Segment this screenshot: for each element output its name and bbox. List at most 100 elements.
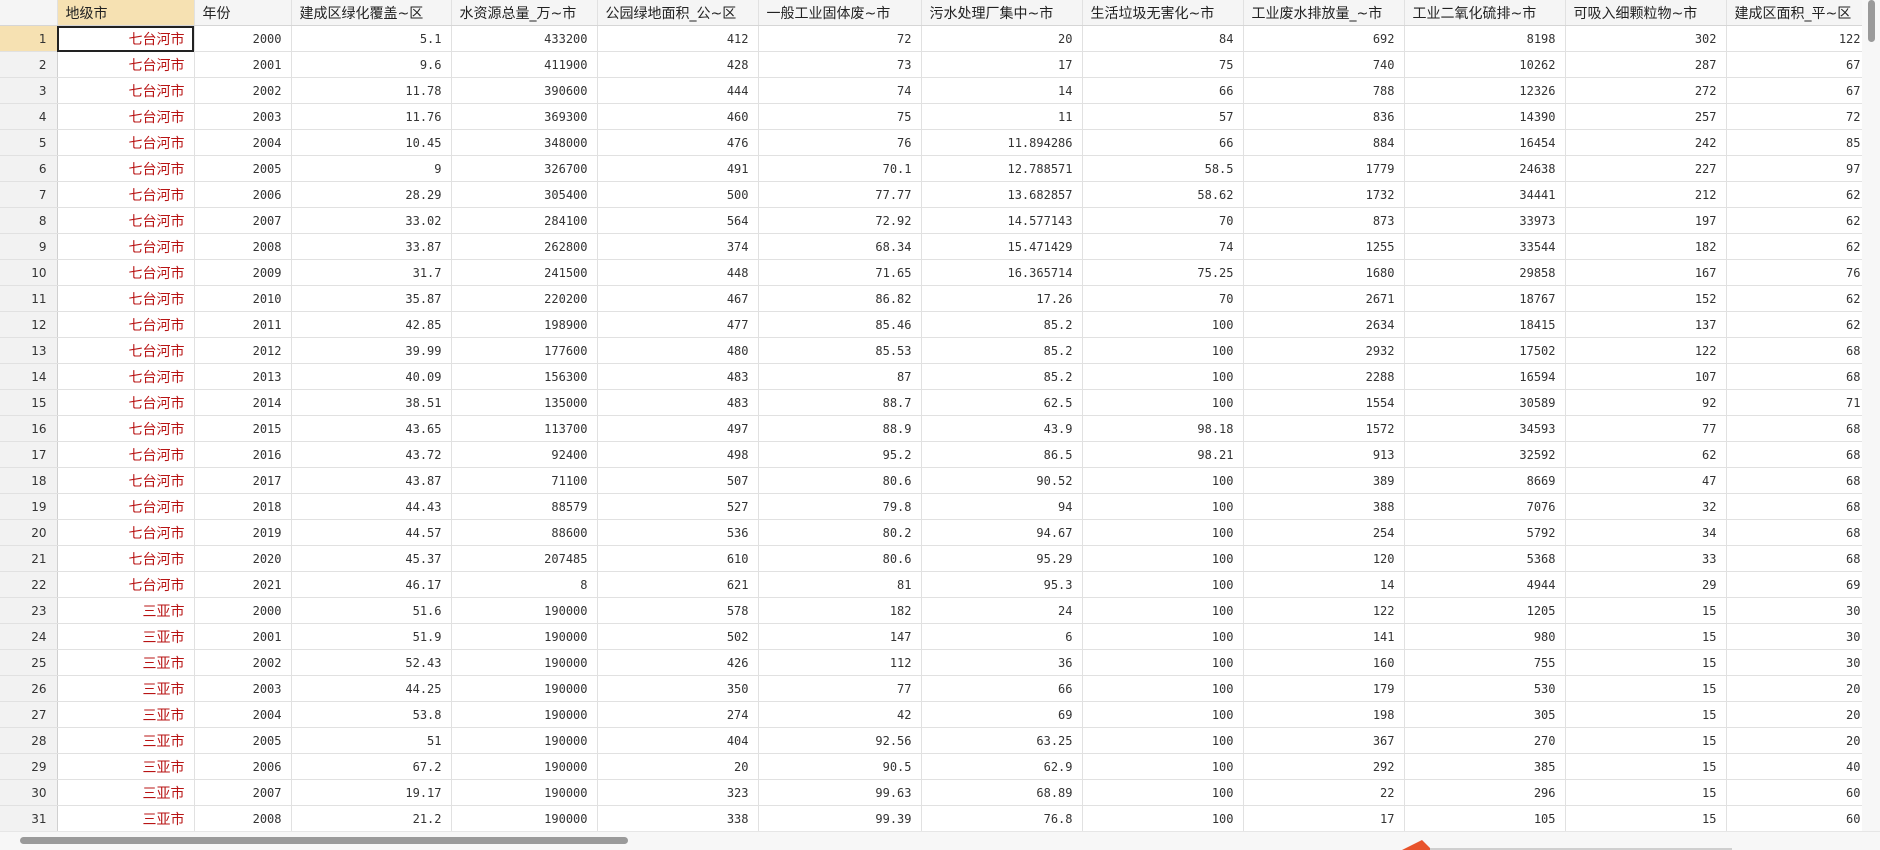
data-cell[interactable]: 76.8 bbox=[921, 805, 1083, 832]
column-header[interactable]: 可吸入细颗粒物~市 bbox=[1565, 0, 1727, 26]
data-cell[interactable]: 107 bbox=[1565, 363, 1727, 390]
data-cell[interactable]: 755 bbox=[1404, 649, 1566, 676]
row-number[interactable]: 16 bbox=[0, 415, 58, 442]
city-cell[interactable]: 七台河市 bbox=[57, 441, 195, 468]
data-cell[interactable]: 274 bbox=[597, 701, 759, 728]
data-cell[interactable]: 35.87 bbox=[291, 285, 452, 312]
data-cell[interactable]: 68 bbox=[1726, 545, 1862, 572]
column-header[interactable]: 工业废水排放量_~市 bbox=[1243, 0, 1405, 26]
data-cell[interactable]: 51.6 bbox=[291, 597, 452, 624]
data-cell[interactable]: 100 bbox=[1082, 597, 1244, 624]
data-cell[interactable]: 20 bbox=[1726, 727, 1862, 754]
row-number[interactable]: 2 bbox=[0, 51, 58, 78]
data-cell[interactable]: 68 bbox=[1726, 337, 1862, 364]
data-cell[interactable]: 75 bbox=[1082, 51, 1244, 78]
data-cell[interactable]: 95.29 bbox=[921, 545, 1083, 572]
city-cell[interactable]: 三亚市 bbox=[57, 675, 195, 702]
data-cell[interactable]: 2288 bbox=[1243, 363, 1405, 390]
data-cell[interactable]: 43.87 bbox=[291, 467, 452, 494]
city-cell[interactable]: 七台河市 bbox=[57, 155, 195, 182]
data-cell[interactable]: 15 bbox=[1565, 675, 1727, 702]
data-cell[interactable]: 68 bbox=[1726, 441, 1862, 468]
city-cell[interactable]: 七台河市 bbox=[57, 103, 195, 130]
data-cell[interactable]: 60 bbox=[1726, 779, 1862, 806]
data-cell[interactable]: 36 bbox=[921, 649, 1083, 676]
data-cell[interactable]: 99.39 bbox=[758, 805, 922, 832]
data-cell[interactable]: 76 bbox=[1726, 259, 1862, 286]
data-cell[interactable]: 53.8 bbox=[291, 701, 452, 728]
data-cell[interactable]: 137 bbox=[1565, 311, 1727, 338]
data-cell[interactable]: 497 bbox=[597, 415, 759, 442]
data-cell[interactable]: 2021 bbox=[194, 571, 292, 598]
data-cell[interactable]: 62 bbox=[1726, 233, 1862, 260]
data-cell[interactable]: 67 bbox=[1726, 51, 1862, 78]
data-cell[interactable]: 1255 bbox=[1243, 233, 1405, 260]
data-cell[interactable]: 11.76 bbox=[291, 103, 452, 130]
data-cell[interactable]: 476 bbox=[597, 129, 759, 156]
data-cell[interactable]: 72.92 bbox=[758, 207, 922, 234]
data-cell[interactable]: 460 bbox=[597, 103, 759, 130]
data-cell[interactable]: 100 bbox=[1082, 805, 1244, 832]
data-cell[interactable]: 47 bbox=[1565, 467, 1727, 494]
data-cell[interactable]: 2932 bbox=[1243, 337, 1405, 364]
data-cell[interactable]: 22 bbox=[1243, 779, 1405, 806]
data-cell[interactable]: 2005 bbox=[194, 155, 292, 182]
city-cell[interactable]: 三亚市 bbox=[57, 779, 195, 806]
data-cell[interactable]: 100 bbox=[1082, 311, 1244, 338]
data-cell[interactable]: 348000 bbox=[451, 129, 598, 156]
city-cell[interactable]: 七台河市 bbox=[57, 389, 195, 416]
data-cell[interactable]: 100 bbox=[1082, 337, 1244, 364]
data-cell[interactable]: 284100 bbox=[451, 207, 598, 234]
data-cell[interactable]: 87 bbox=[758, 363, 922, 390]
data-cell[interactable]: 100 bbox=[1082, 545, 1244, 572]
data-cell[interactable]: 2019 bbox=[194, 519, 292, 546]
data-cell[interactable]: 46.17 bbox=[291, 571, 452, 598]
data-cell[interactable]: 100 bbox=[1082, 649, 1244, 676]
data-cell[interactable]: 5368 bbox=[1404, 545, 1566, 572]
row-number[interactable]: 10 bbox=[0, 259, 58, 286]
data-cell[interactable]: 788 bbox=[1243, 77, 1405, 104]
data-cell[interactable]: 190000 bbox=[451, 727, 598, 754]
data-cell[interactable]: 80.2 bbox=[758, 519, 922, 546]
data-cell[interactable]: 578 bbox=[597, 597, 759, 624]
data-cell[interactable]: 12326 bbox=[1404, 77, 1566, 104]
city-cell[interactable]: 三亚市 bbox=[57, 623, 195, 650]
data-cell[interactable]: 292 bbox=[1243, 753, 1405, 780]
data-cell[interactable]: 100 bbox=[1082, 363, 1244, 390]
data-cell[interactable]: 2014 bbox=[194, 389, 292, 416]
data-cell[interactable]: 428 bbox=[597, 51, 759, 78]
data-cell[interactable]: 71.65 bbox=[758, 259, 922, 286]
data-cell[interactable]: 2003 bbox=[194, 675, 292, 702]
data-cell[interactable]: 20 bbox=[921, 25, 1083, 52]
data-cell[interactable]: 58.62 bbox=[1082, 181, 1244, 208]
data-cell[interactable]: 57 bbox=[1082, 103, 1244, 130]
data-cell[interactable]: 5792 bbox=[1404, 519, 1566, 546]
column-header[interactable]: 水资源总量_万~市 bbox=[451, 0, 598, 26]
data-cell[interactable]: 8669 bbox=[1404, 467, 1566, 494]
data-cell[interactable]: 24638 bbox=[1404, 155, 1566, 182]
data-cell[interactable]: 1779 bbox=[1243, 155, 1405, 182]
row-number[interactable]: 9 bbox=[0, 233, 58, 260]
data-cell[interactable]: 70 bbox=[1082, 285, 1244, 312]
data-cell[interactable]: 62 bbox=[1565, 441, 1727, 468]
data-cell[interactable]: 564 bbox=[597, 207, 759, 234]
horizontal-scroll-thumb[interactable] bbox=[20, 837, 628, 844]
data-cell[interactable]: 412 bbox=[597, 25, 759, 52]
column-header[interactable]: 年份 bbox=[194, 0, 292, 26]
data-cell[interactable]: 42 bbox=[758, 701, 922, 728]
data-cell[interactable]: 100 bbox=[1082, 571, 1244, 598]
data-cell[interactable]: 51 bbox=[291, 727, 452, 754]
data-cell[interactable]: 182 bbox=[758, 597, 922, 624]
column-header[interactable]: 公园绿地面积_公~区 bbox=[597, 0, 759, 26]
data-cell[interactable]: 16594 bbox=[1404, 363, 1566, 390]
data-cell[interactable]: 873 bbox=[1243, 207, 1405, 234]
data-cell[interactable]: 19.17 bbox=[291, 779, 452, 806]
data-cell[interactable]: 404 bbox=[597, 727, 759, 754]
data-cell[interactable]: 2634 bbox=[1243, 311, 1405, 338]
data-cell[interactable]: 62.9 bbox=[921, 753, 1083, 780]
data-cell[interactable]: 98.21 bbox=[1082, 441, 1244, 468]
data-cell[interactable]: 75 bbox=[758, 103, 922, 130]
city-cell[interactable]: 七台河市 bbox=[57, 519, 195, 546]
data-cell[interactable]: 85.2 bbox=[921, 311, 1083, 338]
data-cell[interactable]: 60 bbox=[1726, 805, 1862, 832]
